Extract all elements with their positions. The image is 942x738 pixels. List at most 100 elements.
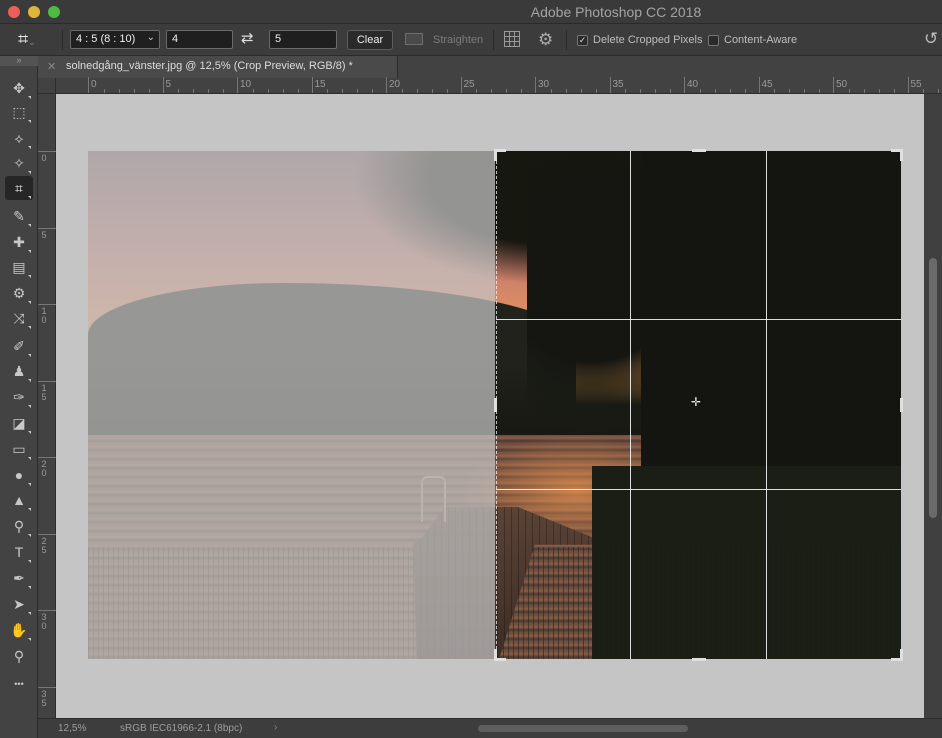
reset-icon[interactable]: ↺ — [924, 29, 938, 49]
crop-center-icon: ✛ — [691, 395, 702, 409]
vertical-scrollbar[interactable] — [924, 94, 942, 718]
crop-handle-right[interactable] — [900, 398, 903, 412]
ratio-width-input[interactable]: 4 — [166, 30, 233, 49]
ruler-label: 35 — [612, 79, 624, 90]
ratio-select[interactable]: 4 : 5 (8 : 10) ⌄ — [70, 30, 160, 49]
transform-tool[interactable]: ⚙ — [5, 281, 33, 305]
divider — [566, 30, 567, 50]
vertical-scrollbar-thumb[interactable] — [929, 258, 937, 518]
document-tab-bar: ✕ solnedgång_vänster.jpg @ 12,5% (Crop P… — [38, 56, 942, 78]
delete-cropped-label[interactable]: Delete Cropped Pixels — [593, 34, 702, 46]
ruler-minor-tick — [714, 89, 716, 93]
crop-handle-bottom-left[interactable] — [494, 649, 497, 661]
ruler-minor-tick — [342, 89, 344, 93]
document-tab-title: solnedgång_vänster.jpg @ 12,5% (Crop Pre… — [66, 60, 353, 72]
ruler-tick — [162, 77, 164, 93]
path-select-tool[interactable]: ➤ — [5, 592, 33, 616]
ruler-minor-tick — [521, 89, 523, 93]
options-bar: ⌗⌄ 4 : 5 (8 : 10) ⌄ 4 ⇄ 5 Clear Straight… — [0, 24, 942, 56]
close-icon[interactable]: ✕ — [47, 60, 56, 73]
magic-wand-tool[interactable]: ✧ — [5, 151, 33, 175]
crop-box[interactable]: ✛ — [494, 149, 903, 661]
flyout-indicator — [28, 457, 31, 460]
straighten-label[interactable]: Straighten — [433, 34, 483, 46]
crop-tool[interactable]: ⌗ — [5, 176, 33, 200]
zoom-level[interactable]: 12,5% — [58, 723, 86, 734]
crop-preset-picker[interactable]: ⌗⌄ — [18, 30, 52, 50]
ruler-minor-tick — [670, 89, 672, 93]
crop-handle-top[interactable] — [692, 149, 706, 152]
crop-handle-bottom[interactable] — [692, 658, 706, 661]
ruler-minor-tick — [848, 89, 850, 93]
stamp-tool[interactable]: ♟ — [5, 359, 33, 383]
clear-button[interactable]: Clear — [347, 30, 393, 50]
ruler-minor-tick — [357, 89, 359, 93]
horizontal-scrollbar-thumb[interactable] — [478, 725, 688, 732]
pen-tool[interactable]: ✒ — [5, 566, 33, 590]
vertical-ruler[interactable]: 0 5 10 15 20 25 30 35 — [38, 94, 56, 718]
flyout-indicator — [28, 301, 31, 304]
straighten-icon[interactable] — [405, 33, 423, 45]
dodge-tool[interactable]: ⚲ — [5, 514, 33, 538]
zoom-tool[interactable]: ⚲ — [5, 644, 33, 668]
ruler-tick — [386, 77, 387, 93]
ruler-minor-tick — [625, 89, 627, 93]
ruler-label-text: 0 — [41, 153, 47, 163]
chevron-right-icon[interactable]: › — [274, 722, 277, 733]
marquee-tool[interactable]: ⬚ — [5, 100, 33, 124]
ruler-minor-tick — [506, 89, 508, 93]
toolbar-collapse-icon[interactable]: » — [0, 56, 38, 66]
crop-grid-line — [766, 151, 767, 659]
ruler-minor-tick — [640, 89, 642, 93]
ruler-label: 30 — [41, 613, 49, 631]
hand-tool[interactable]: ✋ — [5, 618, 33, 642]
document-tab[interactable]: ✕ solnedgång_vänster.jpg @ 12,5% (Crop P… — [38, 56, 398, 78]
overlay-grid-icon[interactable] — [504, 31, 520, 47]
crop-shield — [88, 151, 495, 659]
ruler-minor-tick — [133, 89, 135, 93]
history-brush-icon: ✑ — [13, 389, 25, 405]
type-tool[interactable]: T — [5, 540, 33, 564]
ruler-tick — [38, 457, 56, 458]
shuffle-tool[interactable]: ⤨ — [5, 306, 33, 330]
gradient-tool[interactable]: ▭ — [5, 437, 33, 461]
drop-icon: ● — [14, 467, 24, 483]
horizontal-ruler[interactable]: 0 5 10 15 20 25 30 35 40 45 50 55 — [56, 77, 942, 94]
polygonal-lasso-icon: ⟡ — [14, 130, 24, 146]
delete-cropped-checkbox[interactable]: ✓ — [577, 35, 588, 46]
ruler-label-text: 15 — [41, 382, 47, 402]
ruler-label: 0 — [41, 154, 49, 163]
gear-icon[interactable]: ⚙ — [538, 30, 553, 50]
stamp-icon: ♟ — [12, 363, 26, 379]
content-aware-label[interactable]: Content-Aware — [724, 34, 797, 46]
ruler-tick — [311, 77, 313, 93]
ruler-label-text: 10 — [41, 306, 47, 325]
sharpen-tool[interactable]: ▲ — [5, 488, 33, 512]
crop-handle-top-left[interactable] — [494, 149, 497, 161]
healing-tool[interactable]: ✚ — [5, 230, 33, 254]
eraser-tool[interactable]: ◪ — [5, 411, 33, 435]
ruler-tick — [38, 610, 56, 611]
blur-tool[interactable]: ● — [5, 463, 33, 487]
ruler-minor-tick — [655, 89, 657, 93]
history-brush-tool[interactable]: ✑ — [5, 385, 33, 409]
crop-handle-bottom-right[interactable] — [900, 649, 903, 661]
ruler-origin[interactable] — [38, 78, 56, 94]
ruler-label: 0 — [91, 79, 97, 90]
lasso-tool[interactable]: ⟡ — [5, 126, 33, 150]
flyout-indicator — [28, 483, 31, 486]
content-aware-checkbox[interactable] — [708, 35, 719, 46]
more-tools[interactable]: ••• — [5, 670, 33, 694]
crop-handle-top-right[interactable] — [900, 149, 903, 161]
ruler-label-text: 25 — [41, 535, 47, 555]
eyedropper-tool[interactable]: ✎ — [5, 204, 33, 228]
ratio-height-input[interactable]: 5 — [269, 30, 337, 49]
patch-tool[interactable]: ▤ — [5, 255, 33, 279]
crop-handle-left[interactable] — [494, 398, 497, 412]
move-tool[interactable]: ✥ — [5, 76, 33, 100]
ruler-tick — [833, 77, 834, 93]
ruler-label: 10 — [240, 79, 252, 90]
swap-icon[interactable]: ⇄ — [241, 29, 254, 47]
title-bar: Adobe Photoshop CC 2018 — [0, 0, 942, 24]
brush-tool[interactable]: ✐ — [5, 334, 33, 358]
